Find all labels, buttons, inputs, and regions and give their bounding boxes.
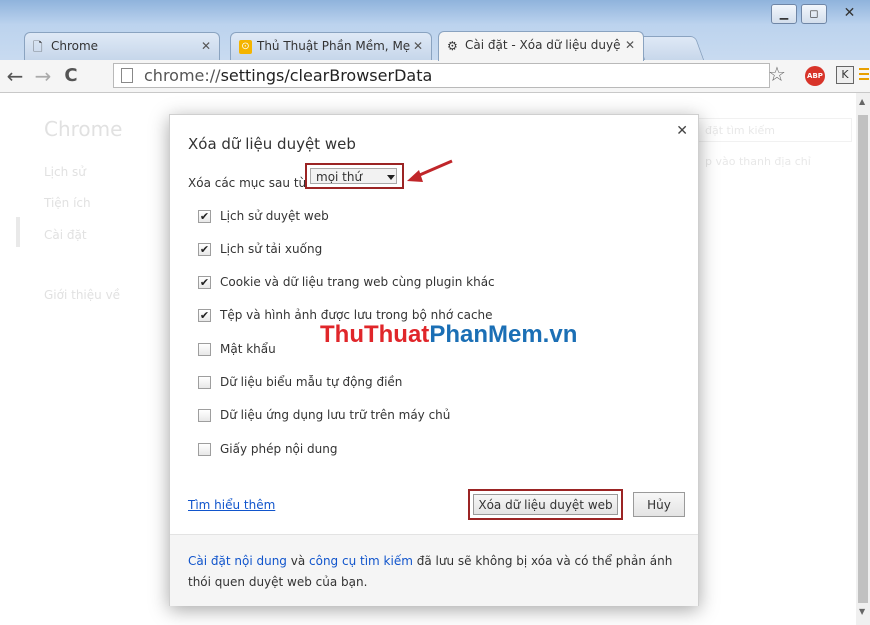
extension-k-icon[interactable]: K	[836, 66, 854, 84]
time-range-select-highlight: mọi thứ	[305, 163, 404, 189]
scroll-down-icon[interactable]: ▼	[859, 607, 865, 616]
checkbox-checked[interactable]: ✔	[198, 276, 211, 289]
watermark-part: .vn	[542, 321, 578, 348]
watermark-logo: ThuThuatPhanMem.vn	[320, 321, 577, 349]
close-icon[interactable]: ✕	[625, 38, 635, 52]
checkbox-unchecked[interactable]	[198, 443, 211, 456]
clear-button-highlight: Xóa dữ liệu duyệt web	[468, 489, 623, 520]
time-range-value: mọi thứ	[316, 170, 363, 184]
checkbox-checked[interactable]: ✔	[198, 243, 211, 256]
maximize-button[interactable]: ◻	[801, 4, 827, 24]
content-settings-link[interactable]: Cài đặt nội dung	[188, 554, 287, 568]
menu-icon[interactable]	[859, 68, 869, 83]
chevron-down-icon	[387, 175, 395, 180]
scrollbar[interactable]: ▲ ▼	[856, 93, 870, 625]
time-range-select[interactable]: mọi thứ	[310, 168, 397, 184]
option-label: Dữ liệu ứng dụng lưu trữ trên máy chủ	[220, 408, 451, 422]
scrollbar-thumb[interactable]	[858, 115, 868, 603]
cancel-button[interactable]: Hủy	[633, 492, 685, 517]
clear-browsing-data-button[interactable]: Xóa dữ liệu duyệt web	[473, 494, 618, 515]
close-window-button[interactable]: ✕	[833, 4, 866, 24]
search-engines-link[interactable]: công cụ tìm kiếm	[309, 554, 413, 568]
minimize-button[interactable]: ▁	[771, 4, 797, 24]
tab-chrome[interactable]: 🗋 Chrome ✕	[24, 32, 220, 60]
option-label: Lịch sử duyệt web	[220, 209, 329, 223]
tab-title: Chrome	[51, 39, 99, 53]
option-label: Cookie và dữ liệu trang web cùng plugin …	[220, 275, 495, 289]
toolbar: ← → C chrome://settings/clearBrowserData…	[0, 60, 870, 93]
gear-icon: ⚙	[447, 39, 458, 53]
footer-note: Cài đặt nội dung và công cụ tìm kiếm đã …	[188, 551, 688, 593]
page-icon: 🗋	[33, 40, 43, 54]
dialog-title: Xóa dữ liệu duyệt web	[188, 135, 356, 153]
watermark-part: ThuThuat	[320, 321, 430, 348]
footer-text: và	[286, 554, 310, 568]
close-icon[interactable]: ✕	[676, 123, 688, 139]
bookmark-star-icon[interactable]: ☆	[768, 62, 786, 86]
checkbox-checked[interactable]: ✔	[198, 309, 211, 322]
tab-thuthuat[interactable]: ⊙ Thủ Thuật Phần Mềm, Mẹ ✕	[230, 32, 432, 60]
option-label: Tệp và hình ảnh được lưu trong bộ nhớ ca…	[220, 308, 493, 322]
site-favicon-icon: ⊙	[239, 40, 252, 54]
adblock-icon[interactable]: ABP	[805, 66, 825, 86]
time-range-label: Xóa các mục sau từ:	[188, 176, 311, 190]
tab-title: Cài đặt - Xóa dữ liệu duyệ	[465, 38, 621, 52]
address-bar[interactable]: chrome://settings/clearBrowserData	[113, 63, 770, 88]
learn-more-link[interactable]: Tìm hiểu thêm	[188, 498, 275, 512]
watermark-part: PhanMem	[429, 321, 543, 348]
annotation-arrow-icon	[407, 159, 453, 182]
url-path: settings/clearBrowserData	[220, 66, 433, 85]
title-bar: 🗋 Chrome ✕ ⊙ Thủ Thuật Phần Mềm, Mẹ ✕ ⚙ …	[0, 0, 870, 62]
forward-icon[interactable]: →	[32, 64, 54, 88]
option-label: Mật khẩu	[220, 342, 276, 356]
tab-title: Thủ Thuật Phần Mềm, Mẹ	[257, 39, 411, 53]
tab-settings[interactable]: ⚙ Cài đặt - Xóa dữ liệu duyệ ✕	[438, 31, 644, 61]
url-scheme: chrome://	[144, 66, 221, 85]
checkbox-unchecked[interactable]	[198, 376, 211, 389]
reload-icon[interactable]: C	[60, 64, 82, 88]
dialog-footer: Cài đặt nội dung và công cụ tìm kiếm đã …	[170, 534, 698, 606]
close-icon[interactable]: ✕	[201, 39, 211, 53]
checkbox-unchecked[interactable]	[198, 343, 211, 356]
clear-browsing-data-dialog: Xóa dữ liệu duyệt web ✕ Xóa các mục sau …	[169, 114, 699, 606]
page-icon	[121, 68, 133, 83]
scroll-up-icon[interactable]: ▲	[859, 97, 865, 106]
back-icon[interactable]: ←	[4, 64, 26, 88]
checkbox-checked[interactable]: ✔	[198, 210, 211, 223]
option-label: Dữ liệu biểu mẫu tự động điền	[220, 375, 403, 389]
option-label: Lịch sử tải xuống	[220, 242, 323, 256]
new-tab-button[interactable]	[635, 36, 705, 61]
checkbox-unchecked[interactable]	[198, 409, 211, 422]
close-icon[interactable]: ✕	[413, 39, 423, 53]
option-label: Giấy phép nội dung	[220, 442, 338, 456]
